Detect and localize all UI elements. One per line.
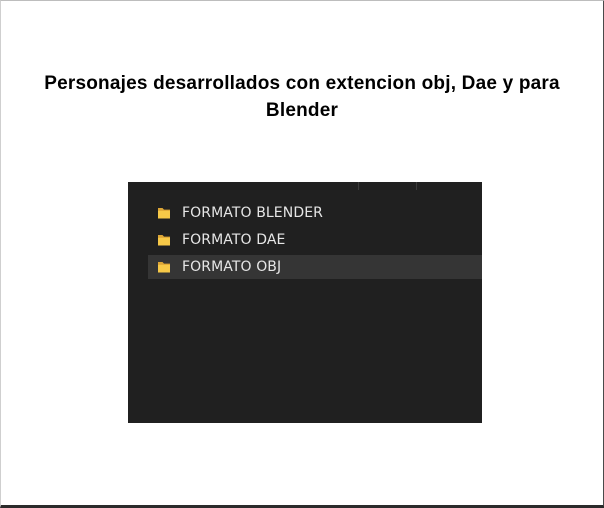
column-divider: [416, 182, 417, 190]
folder-item-label: FORMATO BLENDER: [182, 205, 323, 221]
file-explorer-screenshot: FORMATO BLENDER FORMATO DAE FORMATO OBJ: [128, 182, 482, 423]
folder-item-label: FORMATO OBJ: [182, 259, 282, 275]
folder-item-formato-dae[interactable]: FORMATO DAE: [148, 228, 482, 252]
page-title-line-2: Blender: [265, 100, 339, 121]
page-title-line-1: Personajes desarrollados con extencion o…: [44, 73, 560, 94]
page-frame: Personajes desarrollados con extencion o…: [0, 0, 604, 508]
folder-icon: [158, 208, 170, 219]
folder-item-label: FORMATO DAE: [182, 232, 286, 248]
folder-icon: [158, 262, 170, 273]
column-divider: [358, 182, 359, 190]
folder-icon: [158, 235, 170, 246]
page-title: Personajes desarrollados con extencion o…: [9, 70, 595, 124]
folder-item-formato-obj[interactable]: FORMATO OBJ: [148, 255, 482, 279]
folder-item-formato-blender[interactable]: FORMATO BLENDER: [148, 201, 482, 225]
